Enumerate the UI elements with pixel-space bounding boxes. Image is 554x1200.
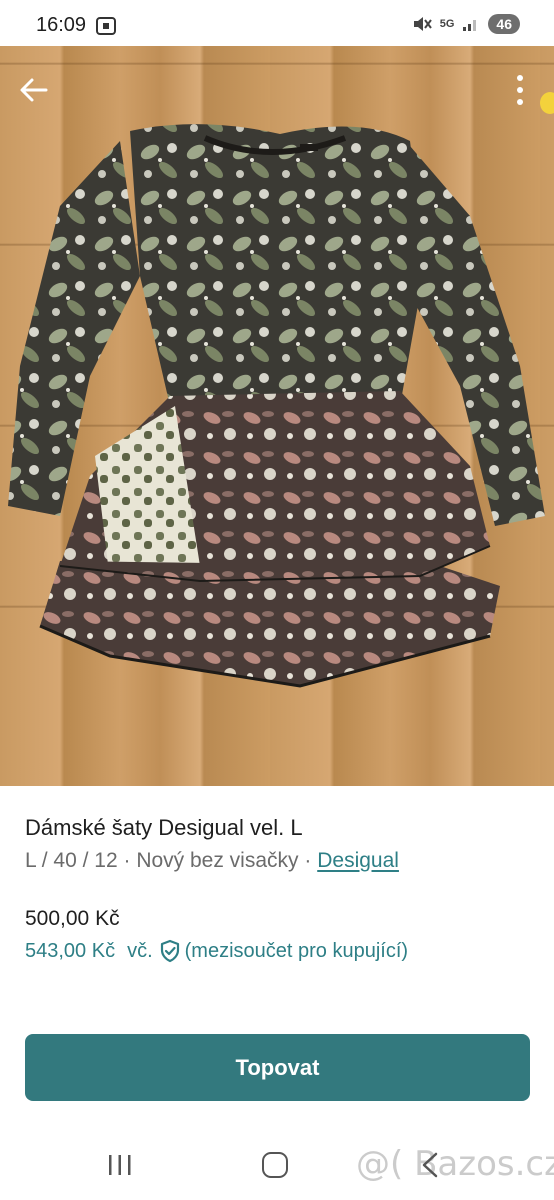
recents-icon[interactable] xyxy=(106,1152,134,1178)
dress-image xyxy=(8,124,545,688)
network-5g-icon: 5G xyxy=(439,18,455,30)
status-bar: 16:09 5G 46 xyxy=(0,0,554,50)
status-time: 16:09 xyxy=(36,14,87,36)
home-icon[interactable] xyxy=(262,1152,288,1178)
status-icons: 5G 46 xyxy=(412,14,520,34)
buyer-note: (mezisoučet pro kupující) xyxy=(184,939,409,962)
topovat-button[interactable]: Topovat xyxy=(25,1034,530,1101)
arrow-left-icon[interactable] xyxy=(16,72,52,108)
overlay-badge xyxy=(540,92,554,114)
battery-icon: 46 xyxy=(488,14,520,34)
bazos-watermark: @( Bazos.cz xyxy=(356,1144,554,1184)
screenshot-icon xyxy=(96,17,116,35)
separator: · xyxy=(123,849,131,872)
listing-details: L / 40 / 12 · Nový bez visačky · Desigua… xyxy=(25,849,399,873)
shield-check-icon xyxy=(160,939,179,963)
separator: · xyxy=(304,849,312,872)
condition-label: Nový bez visačky xyxy=(136,849,299,872)
mute-icon xyxy=(413,17,432,31)
signal-icon xyxy=(463,20,477,31)
brand-link[interactable]: Desigual xyxy=(317,849,399,872)
listing-title: Dámské šaty Desigual vel. L xyxy=(25,815,303,840)
buyer-price-prefix: vč. xyxy=(127,939,153,962)
buyer-price-line[interactable]: 543,00 Kč vč. (mezisoučet pro kupující) xyxy=(25,939,408,963)
nav-back-icon[interactable] xyxy=(418,1150,442,1180)
more-vertical-icon[interactable] xyxy=(506,72,534,108)
buyer-price: 543,00 Kč xyxy=(25,939,116,962)
listing-photo[interactable] xyxy=(0,46,554,786)
item-price: 500,00 Kč xyxy=(25,907,120,930)
system-nav-bar: @( Bazos.cz xyxy=(0,1130,554,1200)
size-label: L / 40 / 12 xyxy=(25,849,118,872)
